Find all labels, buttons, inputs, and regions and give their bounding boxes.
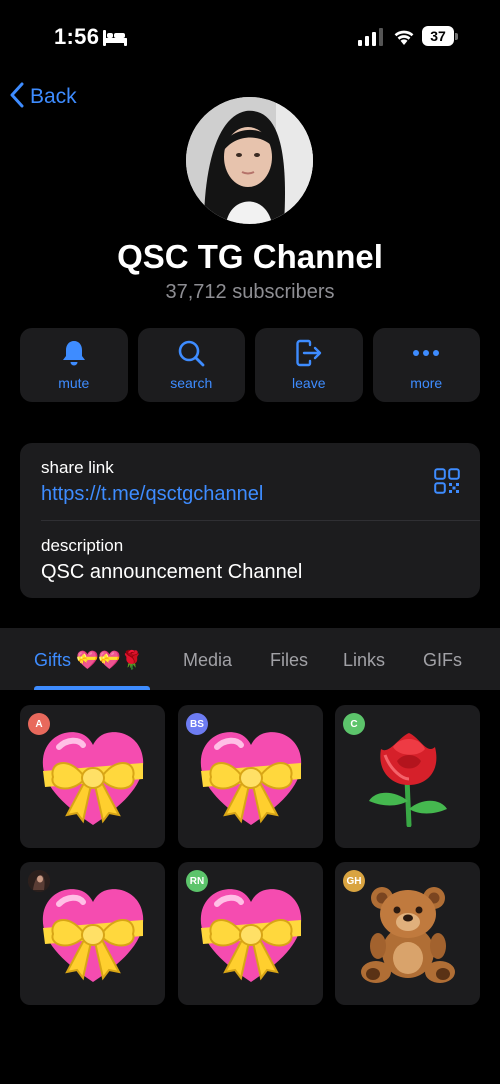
channel-info-card: share link https://t.me/qsctgchannel des… (20, 443, 480, 598)
more-icon (412, 339, 440, 367)
divider (41, 520, 480, 521)
back-label: Back (30, 85, 77, 108)
gift-card[interactable]: GH (335, 862, 480, 1005)
description-label: description (41, 536, 124, 555)
search-label: search (170, 375, 213, 391)
status-bar: 1:56 37 (0, 0, 500, 70)
action-buttons: mute search leave more (20, 328, 480, 402)
tab-gifs[interactable]: GIFs (423, 648, 462, 672)
sender-avatar-photo (28, 870, 50, 892)
channel-avatar[interactable] (186, 97, 313, 224)
sleep-focus-icon (103, 30, 127, 51)
sender-avatar: GH (343, 870, 365, 892)
active-tab-indicator (34, 686, 150, 690)
leave-icon (295, 339, 323, 367)
tab-links[interactable]: Links (343, 648, 385, 672)
more-button[interactable]: more (372, 328, 480, 402)
more-label: more (410, 375, 443, 391)
subscriber-count: 37,712 subscribers (165, 281, 335, 303)
mute-button[interactable]: mute (20, 328, 128, 402)
description-text: QSC announcement Channel (41, 561, 303, 583)
share-link-label: share link (41, 458, 114, 477)
wifi-icon (393, 27, 415, 50)
leave-label: leave (292, 375, 326, 391)
search-icon (177, 339, 205, 367)
sender-avatar: A (28, 713, 50, 735)
bell-icon (60, 339, 88, 367)
sender-avatar: RN (186, 870, 208, 892)
tab-media[interactable]: Media (183, 648, 232, 672)
search-button[interactable]: search (137, 328, 245, 402)
share-link[interactable]: https://t.me/qsctgchannel (41, 483, 263, 506)
chevron-left-icon (10, 82, 24, 113)
content-tabs: Gifts 💝💝🌹 Media Files Links GIFs (0, 628, 500, 690)
back-button[interactable]: Back (10, 82, 77, 112)
sender-avatar: BS (186, 713, 208, 735)
sender-avatar: C (343, 713, 365, 735)
battery-level: 37 (430, 28, 446, 44)
battery-icon: 37 (422, 26, 458, 46)
gift-card[interactable]: C (335, 705, 480, 848)
tab-files[interactable]: Files (270, 648, 308, 672)
gift-card[interactable]: RN (178, 862, 323, 1005)
gift-card[interactable] (20, 862, 165, 1005)
tab-gifts[interactable]: Gifts 💝💝🌹 (34, 648, 143, 672)
leave-button[interactable]: leave (255, 328, 363, 402)
gift-card[interactable]: BS (178, 705, 323, 848)
status-time: 1:56 (54, 24, 100, 49)
qr-code-icon[interactable] (434, 468, 460, 499)
cellular-signal-icon (358, 28, 384, 51)
gift-card[interactable]: A (20, 705, 165, 848)
mute-label: mute (58, 375, 90, 391)
channel-title: QSC TG Channel (117, 238, 383, 275)
